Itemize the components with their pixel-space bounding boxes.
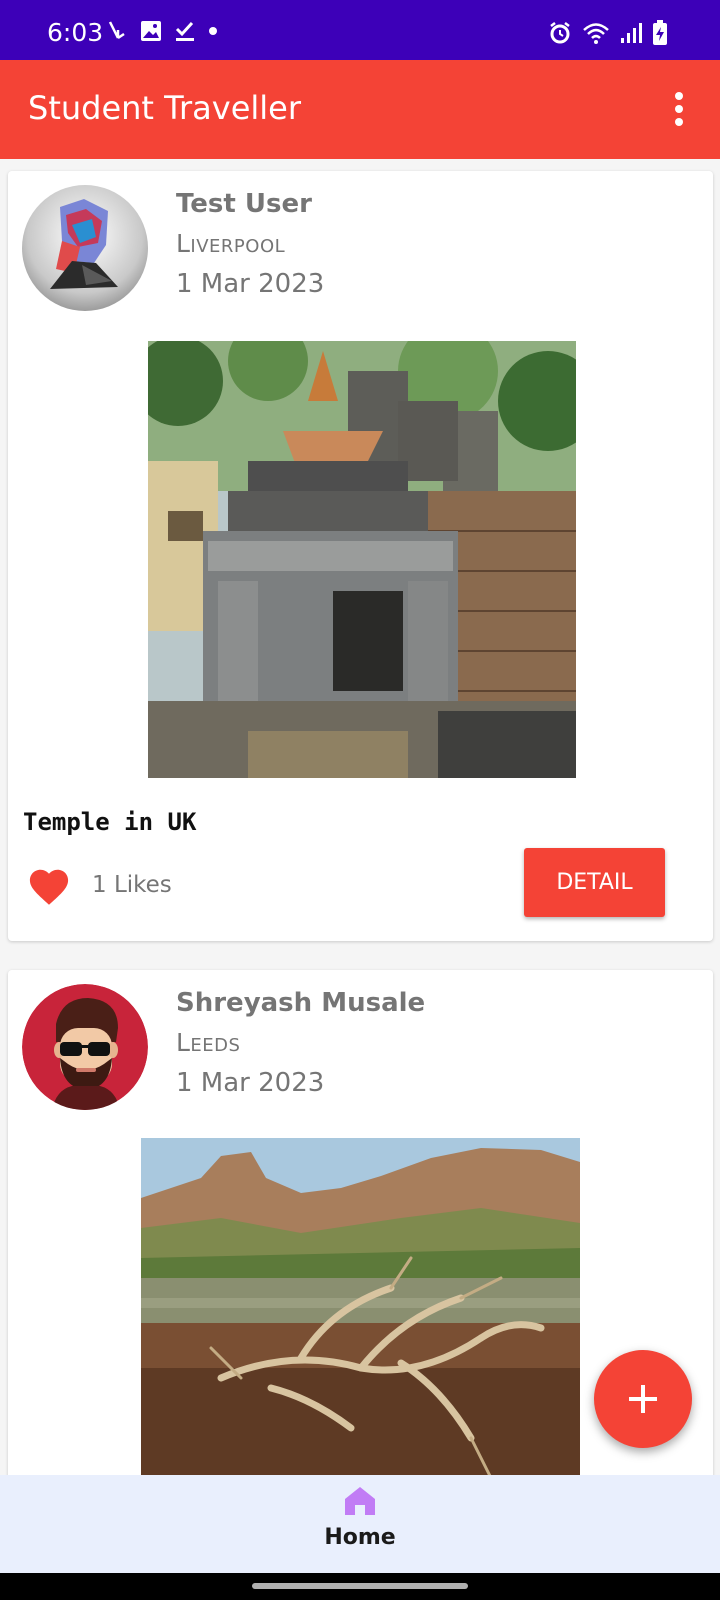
app-title: Student Traveller xyxy=(28,89,301,127)
alarm-icon xyxy=(550,22,570,44)
post-date: 1 Mar 2023 xyxy=(176,1068,325,1098)
user-name: Test User xyxy=(176,189,312,219)
location: Leeds xyxy=(176,1028,241,1057)
more-vert-icon[interactable] xyxy=(674,92,684,126)
post-image[interactable] xyxy=(148,341,576,778)
status-left-icons xyxy=(108,20,218,42)
avatar xyxy=(22,984,148,1110)
avatar xyxy=(22,185,148,311)
plus-icon xyxy=(629,1385,657,1413)
wifi-icon xyxy=(583,23,609,44)
gesture-bar xyxy=(0,1573,720,1600)
user-name: Shreyash Musale xyxy=(176,988,426,1018)
like-row: 1 Likes xyxy=(26,864,172,906)
post-date: 1 Mar 2023 xyxy=(176,269,325,299)
heart-icon[interactable] xyxy=(26,864,72,906)
missed-call-icon xyxy=(108,21,125,40)
dot-icon xyxy=(209,27,217,35)
add-post-button[interactable] xyxy=(594,1350,692,1448)
likes-count: 1 Likes xyxy=(92,872,172,898)
detail-button[interactable]: DETAIL xyxy=(524,848,665,917)
signal-icon xyxy=(621,23,642,43)
location: Liverpool xyxy=(176,229,286,258)
post-image[interactable] xyxy=(141,1138,580,1480)
status-bar: 6:03 xyxy=(0,0,720,60)
battery-charging-icon xyxy=(653,20,667,45)
status-time: 6:03 xyxy=(47,18,104,47)
app-bar: Student Traveller xyxy=(0,60,720,159)
gesture-handle[interactable] xyxy=(252,1583,468,1589)
nav-item-home[interactable]: Home xyxy=(300,1485,420,1569)
nav-home-label: Home xyxy=(324,1525,396,1550)
image-icon xyxy=(141,21,161,41)
bottom-navigation: Home xyxy=(0,1475,720,1573)
status-right-icons xyxy=(548,20,668,46)
post-title: Temple in UK xyxy=(23,808,197,836)
post-card[interactable]: Test User Liverpool 1 Mar 2023 Temple in… xyxy=(8,171,713,941)
check-download-icon xyxy=(175,21,194,41)
home-icon xyxy=(345,1487,375,1515)
